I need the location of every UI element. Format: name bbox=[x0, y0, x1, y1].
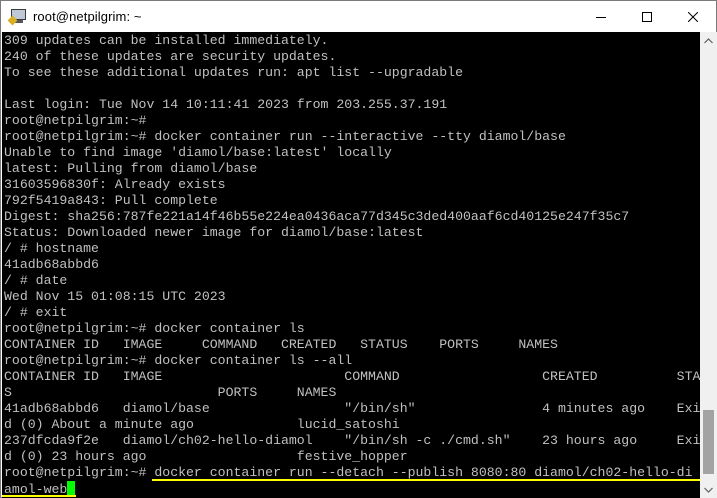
terminal-line: d (0) About a minute ago lucid_satoshi bbox=[4, 417, 700, 433]
terminal-line-text: 237dfcda9f2e diamol/ch02-hello-diamol "/… bbox=[4, 433, 700, 448]
vertical-scrollbar[interactable] bbox=[700, 32, 717, 498]
minimize-button[interactable] bbox=[578, 1, 624, 32]
terminal-line: amol-web bbox=[4, 481, 700, 497]
terminal-line-text: latest: Pulling from diamol/base bbox=[4, 161, 258, 176]
terminal-line: 31603596830f: Already exists bbox=[4, 177, 700, 193]
terminal-line: / # exit bbox=[4, 305, 700, 321]
terminal-line-text: S PORTS NAMES bbox=[4, 385, 337, 400]
minimize-icon bbox=[596, 16, 606, 18]
scroll-up-button[interactable] bbox=[700, 32, 717, 49]
terminal-line: root@netpilgrim:~# docker container ls -… bbox=[4, 353, 700, 369]
window-controls bbox=[578, 1, 716, 32]
terminal-line: To see these additional updates run: apt… bbox=[4, 65, 700, 81]
terminal-line-text: Unable to find image 'diamol/base:latest… bbox=[4, 145, 392, 160]
terminal-line: Wed Nov 15 01:08:15 UTC 2023 bbox=[4, 289, 700, 305]
window-title: root@netpilgrim: ~ bbox=[33, 9, 142, 24]
terminal-line-text: d (0) About a minute ago lucid_satoshi bbox=[4, 417, 400, 432]
terminal-line-text: Last login: Tue Nov 14 10:11:41 2023 fro… bbox=[4, 97, 448, 112]
terminal-line-text: CONTAINER ID IMAGE COMMAND CREATED STATU… bbox=[4, 337, 558, 352]
terminal-line-text: 41adb68abbd6 bbox=[4, 257, 99, 272]
terminal-line-text: root@netpilgrim:~# docker container ls bbox=[4, 321, 305, 336]
terminal-line: root@netpilgrim:~# docker container ls bbox=[4, 321, 700, 337]
terminal-line: CONTAINER ID IMAGE COMMAND CREATED STATU bbox=[4, 369, 700, 385]
terminal-line: / # date bbox=[4, 273, 700, 289]
terminal-output: 309 updates can be installed immediately… bbox=[4, 33, 700, 497]
putty-window: root@netpilgrim: ~ 309 updates can be in… bbox=[0, 0, 717, 498]
terminal-line: S PORTS NAMES bbox=[4, 385, 700, 401]
terminal-line-text: / # hostname bbox=[4, 241, 99, 256]
terminal-line: CONTAINER ID IMAGE COMMAND CREATED STATU… bbox=[4, 337, 700, 353]
terminal-line-text: / # date bbox=[4, 273, 68, 288]
terminal-line-text: root@netpilgrim:~# docker container run … bbox=[4, 465, 693, 480]
terminal-line: d (0) 23 hours ago festive_hopper bbox=[4, 449, 700, 465]
putty-app-icon[interactable] bbox=[7, 8, 27, 26]
command-highlight-underline-continued bbox=[2, 495, 76, 497]
terminal-line-text: root@netpilgrim:~# bbox=[4, 113, 147, 128]
close-button[interactable] bbox=[670, 1, 716, 32]
terminal-line: root@netpilgrim:~# docker container run … bbox=[4, 129, 700, 145]
terminal-line-text: Wed Nov 15 01:08:15 UTC 2023 bbox=[4, 289, 226, 304]
terminal-line: 41adb68abbd6 bbox=[4, 257, 700, 273]
terminal-line-text: Digest: sha256:787fe221a14f46b55e224ea04… bbox=[4, 209, 630, 224]
close-icon bbox=[688, 11, 698, 22]
scroll-up-icon bbox=[704, 37, 713, 43]
title-bar[interactable]: root@netpilgrim: ~ bbox=[1, 1, 716, 32]
terminal-line: / # hostname bbox=[4, 241, 700, 257]
terminal-line-text: root@netpilgrim:~# docker container ls -… bbox=[4, 353, 353, 368]
terminal-line-text: CONTAINER ID IMAGE COMMAND CREATED STATU bbox=[4, 369, 700, 384]
terminal-cursor bbox=[67, 481, 76, 495]
terminal-line: latest: Pulling from diamol/base bbox=[4, 161, 700, 177]
terminal-line-text: 309 updates can be installed immediately… bbox=[4, 33, 329, 48]
terminal-line-text: / # exit bbox=[4, 305, 68, 320]
scroll-thumb[interactable] bbox=[703, 410, 714, 474]
terminal-line: Digest: sha256:787fe221a14f46b55e224ea04… bbox=[4, 209, 700, 225]
terminal-line: Status: Downloaded newer image for diamo… bbox=[4, 225, 700, 241]
command-highlight-underline bbox=[152, 479, 700, 481]
terminal-line: root@netpilgrim:~# bbox=[4, 113, 700, 129]
terminal-line-text: 31603596830f: Already exists bbox=[4, 177, 226, 192]
terminal-line-text: To see these additional updates run: apt… bbox=[4, 65, 463, 80]
terminal-line-text: d (0) 23 hours ago festive_hopper bbox=[4, 449, 408, 464]
terminal-line-text: 792f5419a843: Pull complete bbox=[4, 193, 218, 208]
scroll-down-button[interactable] bbox=[700, 481, 717, 498]
scroll-down-icon bbox=[704, 487, 713, 493]
terminal-line: 240 of these updates are security update… bbox=[4, 49, 700, 65]
terminal-area[interactable]: 309 updates can be installed immediately… bbox=[2, 32, 700, 498]
terminal-line: Last login: Tue Nov 14 10:11:41 2023 fro… bbox=[4, 97, 700, 113]
maximize-icon bbox=[642, 11, 652, 22]
terminal-line-text: Status: Downloaded newer image for diamo… bbox=[4, 225, 424, 240]
terminal-line-text: 41adb68abbd6 diamol/base "/bin/sh" 4 min… bbox=[4, 401, 700, 416]
terminal-line-text: 240 of these updates are security update… bbox=[4, 49, 337, 64]
maximize-button[interactable] bbox=[624, 1, 670, 32]
terminal-line-text: root@netpilgrim:~# docker container run … bbox=[4, 129, 566, 144]
terminal-line: 41adb68abbd6 diamol/base "/bin/sh" 4 min… bbox=[4, 401, 700, 417]
terminal-line: 309 updates can be installed immediately… bbox=[4, 33, 700, 49]
terminal-line: Unable to find image 'diamol/base:latest… bbox=[4, 145, 700, 161]
terminal-line: 792f5419a843: Pull complete bbox=[4, 193, 700, 209]
terminal-line: 237dfcda9f2e diamol/ch02-hello-diamol "/… bbox=[4, 433, 700, 449]
